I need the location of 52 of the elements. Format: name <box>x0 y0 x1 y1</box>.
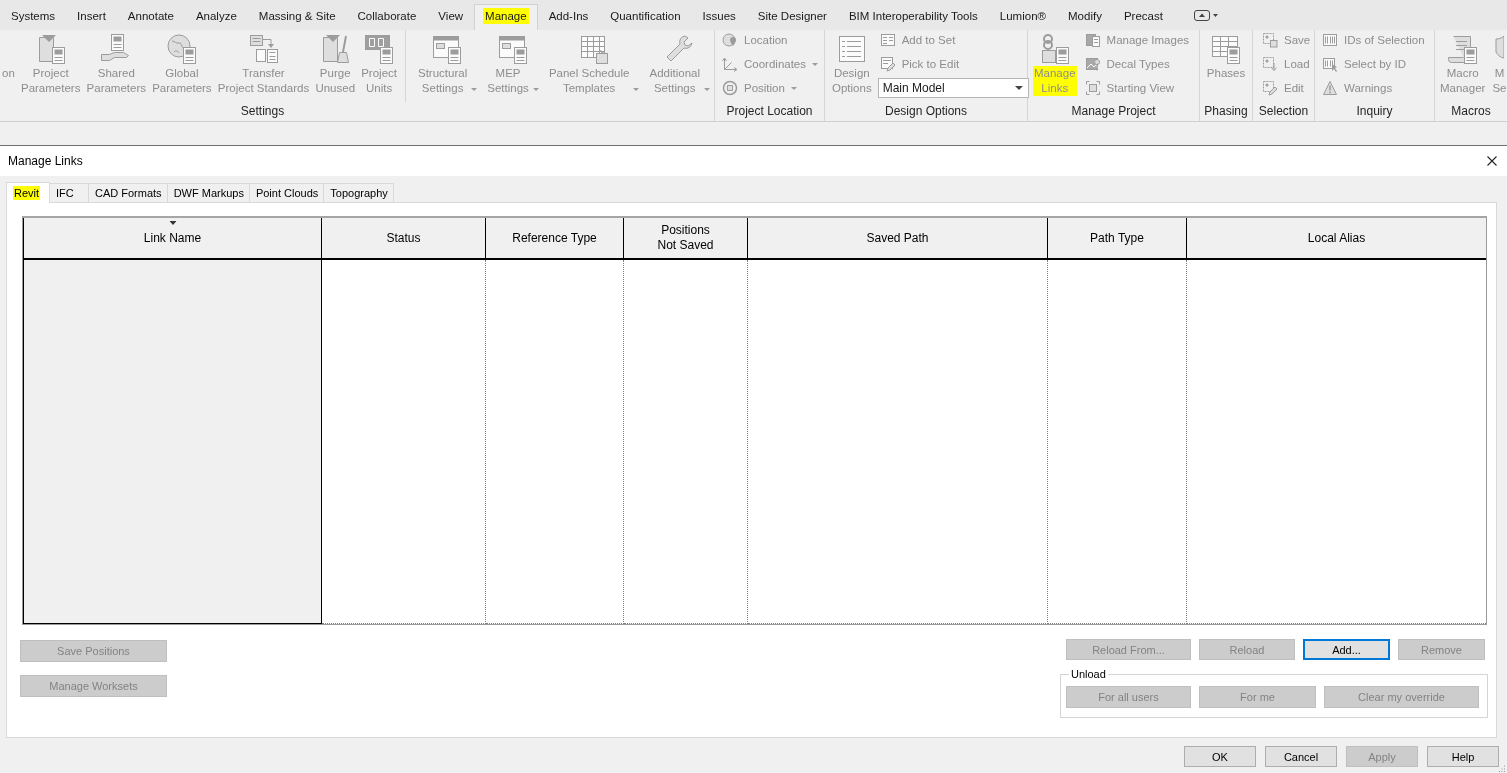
dialog-title: Manage Links <box>8 154 83 168</box>
ribbon-toggle-icon[interactable] <box>1193 10 1219 21</box>
caret-icon <box>1014 86 1023 90</box>
pencil-list-icon <box>879 56 896 72</box>
panel-title: Project Location <box>726 104 813 118</box>
column-header[interactable]: Path Type <box>1048 218 1187 260</box>
ok-button[interactable]: OK <box>1184 746 1256 767</box>
sort-arrow-icon <box>169 221 176 225</box>
column-header[interactable]: Saved Path <box>748 218 1048 260</box>
caret-icon <box>471 88 478 91</box>
add-button[interactable]: Add... <box>1303 639 1390 660</box>
axes-icon <box>722 56 738 72</box>
display-document-icon <box>363 33 396 65</box>
dialog-tab[interactable]: Topography <box>323 183 394 202</box>
table-document-icon <box>1210 33 1242 65</box>
column-header[interactable]: Reference Type <box>486 218 624 260</box>
panel-title: Manage Project <box>1071 104 1156 118</box>
help-button[interactable]: Help <box>1427 746 1499 767</box>
cancel-button[interactable]: Cancel <box>1265 746 1337 767</box>
column-header[interactable]: Link Name <box>23 218 322 260</box>
panel-title: Selection <box>1258 104 1309 118</box>
panel-title: Phasing <box>1204 104 1248 118</box>
close-icon[interactable] <box>1487 156 1497 166</box>
resize-grip-icon[interactable] <box>1499 765 1506 772</box>
window-document-icon <box>496 33 529 65</box>
dialog-tab[interactable]: DWF Markups <box>166 183 250 202</box>
panel-title: Settings <box>240 104 285 118</box>
image-pin-icon <box>1084 56 1101 72</box>
selection-load-icon <box>1262 56 1278 72</box>
column-header[interactable]: Local Alias <box>1187 218 1486 260</box>
panel-title: Inquiry <box>1356 104 1393 118</box>
selection-save-icon <box>1262 32 1278 48</box>
panel-title: Macros <box>1451 104 1491 118</box>
globe-pin-icon <box>722 32 738 48</box>
caret-icon <box>633 88 640 91</box>
caret-icon <box>532 88 539 91</box>
scroll-document-icon <box>1446 33 1479 65</box>
column-header[interactable]: Status <box>322 218 486 260</box>
window-document-icon <box>431 33 464 65</box>
caret-icon <box>790 86 797 90</box>
caret-icon <box>704 88 710 91</box>
group-label: Unload <box>1070 668 1107 680</box>
barcode-cursor-icon <box>1322 56 1338 72</box>
view-frame-icon <box>1084 80 1101 96</box>
selection-edit-icon <box>1262 80 1278 96</box>
panel-title: Design Options <box>884 104 967 118</box>
caret-icon <box>812 62 818 66</box>
dialog-tab[interactable]: Revit <box>6 182 50 203</box>
warning-icon <box>1322 80 1338 96</box>
column-header[interactable]: Positions Not Saved <box>624 218 748 260</box>
globe-document-icon <box>165 33 198 65</box>
documents-arrow-icon <box>247 33 280 65</box>
